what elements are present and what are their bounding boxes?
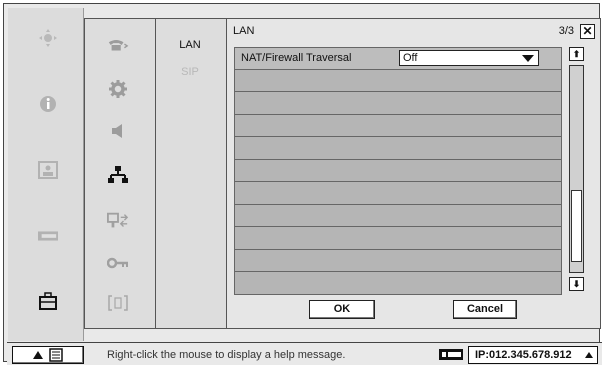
network-icon[interactable] <box>107 165 129 185</box>
status-bar: Right-click the mouse to display a help … <box>7 342 602 365</box>
ok-button[interactable]: OK <box>309 300 375 319</box>
dropdown-arrow-icon[interactable] <box>522 55 534 62</box>
page-indicator: 3/3 <box>558 25 574 37</box>
empty-row <box>234 227 562 250</box>
settings-row-nat[interactable]: NAT/Firewall Traversal Off <box>234 47 562 70</box>
network-card-icon <box>439 349 463 364</box>
ip-address-display[interactable]: IP:012.345.678.912 <box>468 346 598 364</box>
dpad-icon[interactable] <box>38 28 58 48</box>
settings-list: NAT/Firewall Traversal Off <box>234 47 562 295</box>
bracket-icon[interactable] <box>107 293 129 313</box>
menu-toggle-button[interactable] <box>12 346 84 364</box>
menu-list-icon <box>49 348 63 362</box>
empty-row <box>234 159 562 182</box>
network-card-icon[interactable] <box>38 226 58 246</box>
nat-firewall-value: Off <box>403 52 418 64</box>
info-icon[interactable] <box>38 94 58 114</box>
panel-title: LAN <box>233 25 255 37</box>
phone-icon[interactable] <box>107 35 129 55</box>
empty-row <box>234 182 562 205</box>
ip-address-text: IP:012.345.678.912 <box>475 349 572 361</box>
empty-row <box>234 92 562 115</box>
empty-row <box>234 114 562 137</box>
category-list: LAN SIP <box>156 18 226 329</box>
category-lan[interactable]: LAN <box>156 39 224 51</box>
empty-row <box>234 272 562 295</box>
scroll-thumb[interactable] <box>571 190 582 262</box>
triangle-up-icon <box>33 351 43 359</box>
empty-row <box>234 137 562 160</box>
nat-firewall-label: NAT/Firewall Traversal <box>241 52 352 64</box>
empty-row <box>234 69 562 92</box>
gear-icon[interactable] <box>107 79 129 99</box>
speaker-icon[interactable] <box>107 121 129 141</box>
close-button[interactable]: ✕ <box>580 24 595 39</box>
main-nav <box>8 8 84 341</box>
help-message: Right-click the mouse to display a help … <box>107 349 346 361</box>
app-frame: LAN SIP LAN 3/3 ✕ NAT/Firewall Traversal… <box>3 3 602 365</box>
picture-icon[interactable] <box>38 160 58 180</box>
nat-firewall-select[interactable]: Off <box>399 50 539 66</box>
monitor-arrows-icon[interactable] <box>107 211 129 231</box>
scroll-down-icon[interactable]: ⬇ <box>569 277 584 291</box>
empty-row <box>234 204 562 227</box>
sub-nav <box>84 18 156 329</box>
scroll-track[interactable] <box>569 65 584 273</box>
empty-row <box>234 249 562 272</box>
scroll-up-icon[interactable]: ⬆ <box>569 47 584 61</box>
expand-up-icon[interactable] <box>585 352 593 358</box>
key-icon[interactable] <box>107 253 129 273</box>
cancel-button[interactable]: Cancel <box>453 300 517 319</box>
settings-panel: LAN 3/3 ✕ NAT/Firewall Traversal Off ⬆ ⬇… <box>226 18 601 329</box>
scrollbar[interactable]: ⬆ ⬇ <box>569 47 586 291</box>
category-sip[interactable]: SIP <box>156 66 224 78</box>
toolbox-icon[interactable] <box>38 291 58 311</box>
